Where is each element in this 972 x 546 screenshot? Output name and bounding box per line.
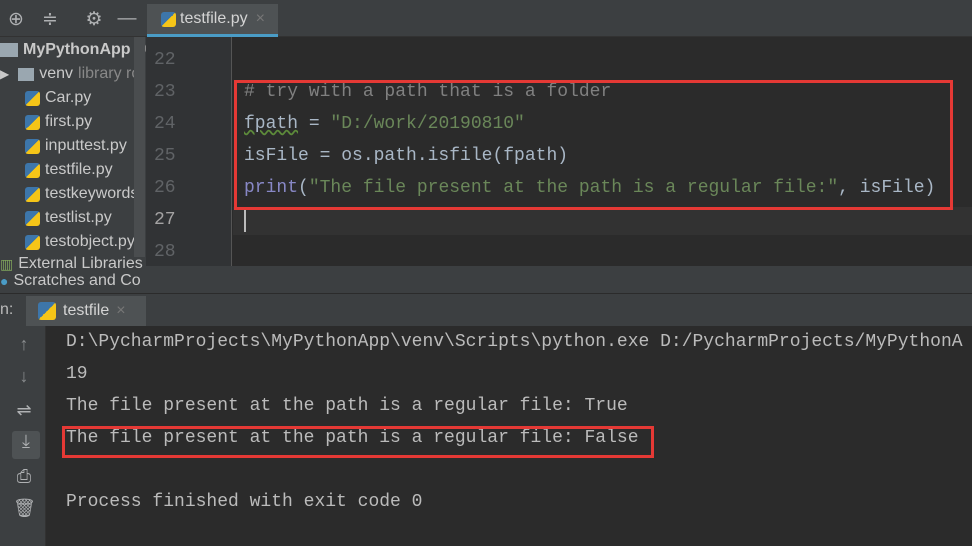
tree-file[interactable]: Car.py (25, 86, 91, 110)
file-name: first.py (45, 113, 93, 130)
folder-icon (0, 43, 18, 57)
project-name: MyPythonApp (23, 41, 131, 58)
line-number: 22 (154, 50, 176, 70)
tree-file[interactable]: first.py (25, 110, 92, 134)
run-tab-testfile[interactable]: testfile × (26, 296, 146, 326)
venv-note: library ro (78, 65, 141, 82)
python-file-icon (25, 114, 40, 130)
run-tab-label: testfile (63, 302, 110, 319)
line-number: 25 (154, 146, 176, 166)
file-name: Car.py (45, 89, 92, 106)
console-line: 19 (66, 364, 88, 384)
trash-icon[interactable]: 🗑 (13, 498, 36, 519)
tree-file[interactable]: testkeywords. (25, 182, 143, 206)
current-line (233, 207, 972, 235)
target-icon[interactable]: ⊕ (5, 8, 27, 31)
line-number: 24 (154, 114, 176, 134)
project-tree: MyPythonApp D ▶ venv library ro Car.py f… (0, 37, 146, 293)
python-file-icon (25, 234, 40, 250)
scroll-to-end-icon[interactable]: ⤓ (12, 431, 40, 459)
python-file-icon (25, 186, 40, 202)
sidebar-scrollbar[interactable] (134, 37, 145, 257)
tree-project-root[interactable]: MyPythonApp D (0, 38, 146, 62)
collapse-icon[interactable]: ≑ (39, 8, 61, 31)
python-icon (38, 302, 56, 320)
editor-bottom-strip (146, 266, 972, 293)
scratches-label: Scratches and Co (13, 272, 141, 289)
console-toolbar: ↑ ↓ ⇌ ⤓ ⎙ 🗑 (0, 326, 46, 546)
python-file-icon (25, 138, 40, 154)
toolbar: ⊕ ≑ ⚙ — (0, 0, 972, 37)
arrow-up-icon[interactable]: ↑ (13, 334, 35, 355)
tree-scratches[interactable]: ● Scratches and Co (0, 270, 141, 292)
line-number: 23 (154, 82, 176, 102)
print-icon[interactable]: ⎙ (13, 466, 35, 487)
tree-file[interactable]: testfile.py (25, 158, 113, 182)
tab-testfile[interactable]: testfile.py × (147, 4, 278, 37)
line-number: 26 (154, 178, 176, 198)
python-file-icon (161, 11, 176, 27)
line-number: 27 (154, 210, 176, 230)
folder-icon (18, 67, 35, 81)
tab-label: testfile.py (180, 10, 248, 27)
tree-file[interactable]: inputtest.py (25, 134, 127, 158)
run-label: n: (0, 301, 14, 318)
console-line: Process finished with exit code 0 (66, 492, 423, 512)
soft-wrap-icon[interactable]: ⇌ (13, 400, 35, 421)
tree-file[interactable]: testobject.py (25, 230, 135, 254)
close-icon[interactable]: × (256, 10, 265, 28)
gear-icon[interactable]: ⚙ (83, 8, 105, 31)
expand-arrow-icon: ▶ (0, 67, 10, 81)
console-line: The file present at the path is a regula… (66, 396, 628, 416)
python-file-icon (25, 90, 40, 106)
python-file-icon (25, 162, 40, 178)
line-number: 28 (154, 242, 176, 262)
file-name: testobject.py (45, 233, 135, 250)
file-name: inputtest.py (45, 137, 127, 154)
file-name: testfile.py (45, 161, 113, 178)
venv-label: venv (39, 65, 74, 82)
tree-file[interactable]: testlist.py (25, 206, 112, 230)
text-caret (244, 210, 246, 232)
console-line: D:\PycharmProjects\MyPythonApp\venv\Scri… (66, 332, 963, 352)
file-name: testlist.py (45, 209, 112, 226)
close-icon[interactable]: × (116, 302, 125, 320)
python-file-icon (25, 210, 40, 226)
tree-venv[interactable]: ▶ venv library ro (0, 62, 140, 86)
highlight-box-output (62, 426, 654, 458)
scratches-icon: ● (0, 273, 9, 289)
arrow-down-icon[interactable]: ↓ (13, 366, 35, 387)
file-name: testkeywords. (45, 185, 143, 202)
minimize-icon[interactable]: — (116, 8, 138, 30)
highlight-box-code (234, 80, 953, 210)
line-gutter: 22 23 24 25 26 27 28 (146, 37, 232, 266)
